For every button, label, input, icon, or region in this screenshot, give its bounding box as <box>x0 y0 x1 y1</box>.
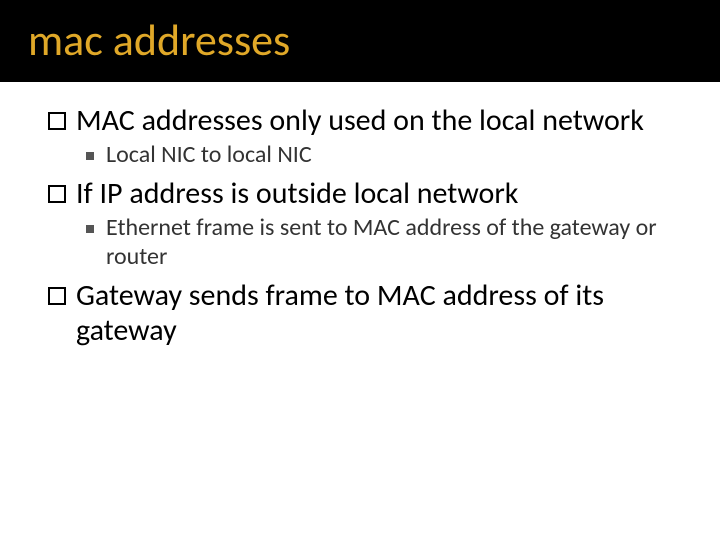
square-bullet-icon <box>48 112 66 130</box>
square-bullet-icon <box>48 287 66 305</box>
bullet-level-1: Gateway sends frame to MAC address of it… <box>48 279 680 348</box>
bullet-text: Local NIC to local NIC <box>106 141 680 170</box>
bullet-level-1: MAC addresses only used on the local net… <box>48 104 680 139</box>
small-square-icon <box>86 152 94 160</box>
title-bar: mac addresses <box>0 0 720 82</box>
square-bullet-icon <box>48 185 66 203</box>
bullet-text: MAC addresses only used on the local net… <box>76 104 680 139</box>
slide: mac addresses MAC addresses only used on… <box>0 0 720 540</box>
small-square-icon <box>86 225 94 233</box>
bullet-text: If IP address is outside local network <box>76 177 680 212</box>
bullet-text: Gateway sends frame to MAC address of it… <box>76 279 680 348</box>
bullet-text: Ethernet frame is sent to MAC address of… <box>106 214 680 272</box>
bullet-level-1: If IP address is outside local network <box>48 177 680 212</box>
bullet-level-2: Ethernet frame is sent to MAC address of… <box>86 214 680 272</box>
slide-body: MAC addresses only used on the local net… <box>0 82 720 348</box>
bullet-level-2: Local NIC to local NIC <box>86 141 680 170</box>
slide-title: mac addresses <box>28 18 720 62</box>
